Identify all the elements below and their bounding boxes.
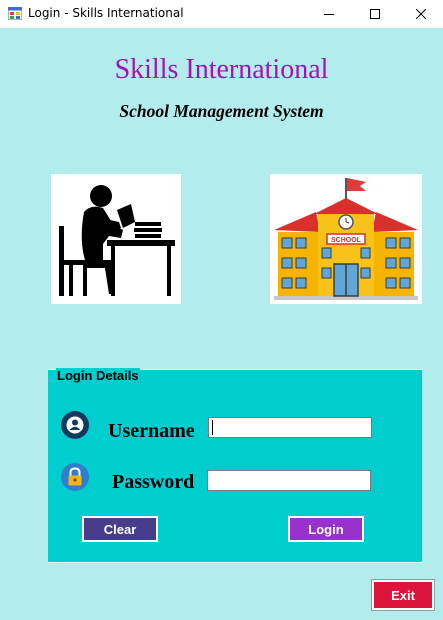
- student-studying-icon: [59, 185, 175, 296]
- login-button[interactable]: Login: [288, 516, 364, 542]
- password-label: Password: [112, 471, 195, 493]
- minimize-button[interactable]: [306, 0, 352, 28]
- user-icon: [61, 411, 89, 439]
- login-details-group: Login Details Username Password Clear Lo…: [48, 368, 422, 563]
- window-title: Login - Skills International: [28, 6, 184, 20]
- close-icon: [416, 9, 426, 19]
- student-picture: [51, 174, 181, 304]
- school-sign-text: SCHOOL: [331, 237, 362, 244]
- password-input[interactable]: [207, 470, 371, 491]
- username-label: Username: [108, 420, 195, 442]
- app-icon: [8, 7, 22, 20]
- title-bar: Login - Skills International: [0, 0, 443, 28]
- maximize-icon: [370, 9, 380, 19]
- school-picture: SCHOOL: [270, 174, 422, 304]
- lock-icon: [61, 463, 89, 491]
- app-subtitle: School Management System: [119, 101, 324, 121]
- school-building-icon: SCHOOL: [274, 178, 418, 300]
- clear-button[interactable]: Clear: [82, 516, 158, 542]
- exit-button[interactable]: Exit: [371, 579, 435, 611]
- minimize-icon: [324, 14, 334, 15]
- text-caret: [212, 420, 213, 436]
- username-input[interactable]: [208, 417, 372, 438]
- app-title: Skills International: [114, 54, 329, 85]
- login-details-legend: Login Details: [56, 368, 140, 383]
- close-button[interactable]: [398, 0, 443, 28]
- maximize-button[interactable]: [352, 0, 398, 28]
